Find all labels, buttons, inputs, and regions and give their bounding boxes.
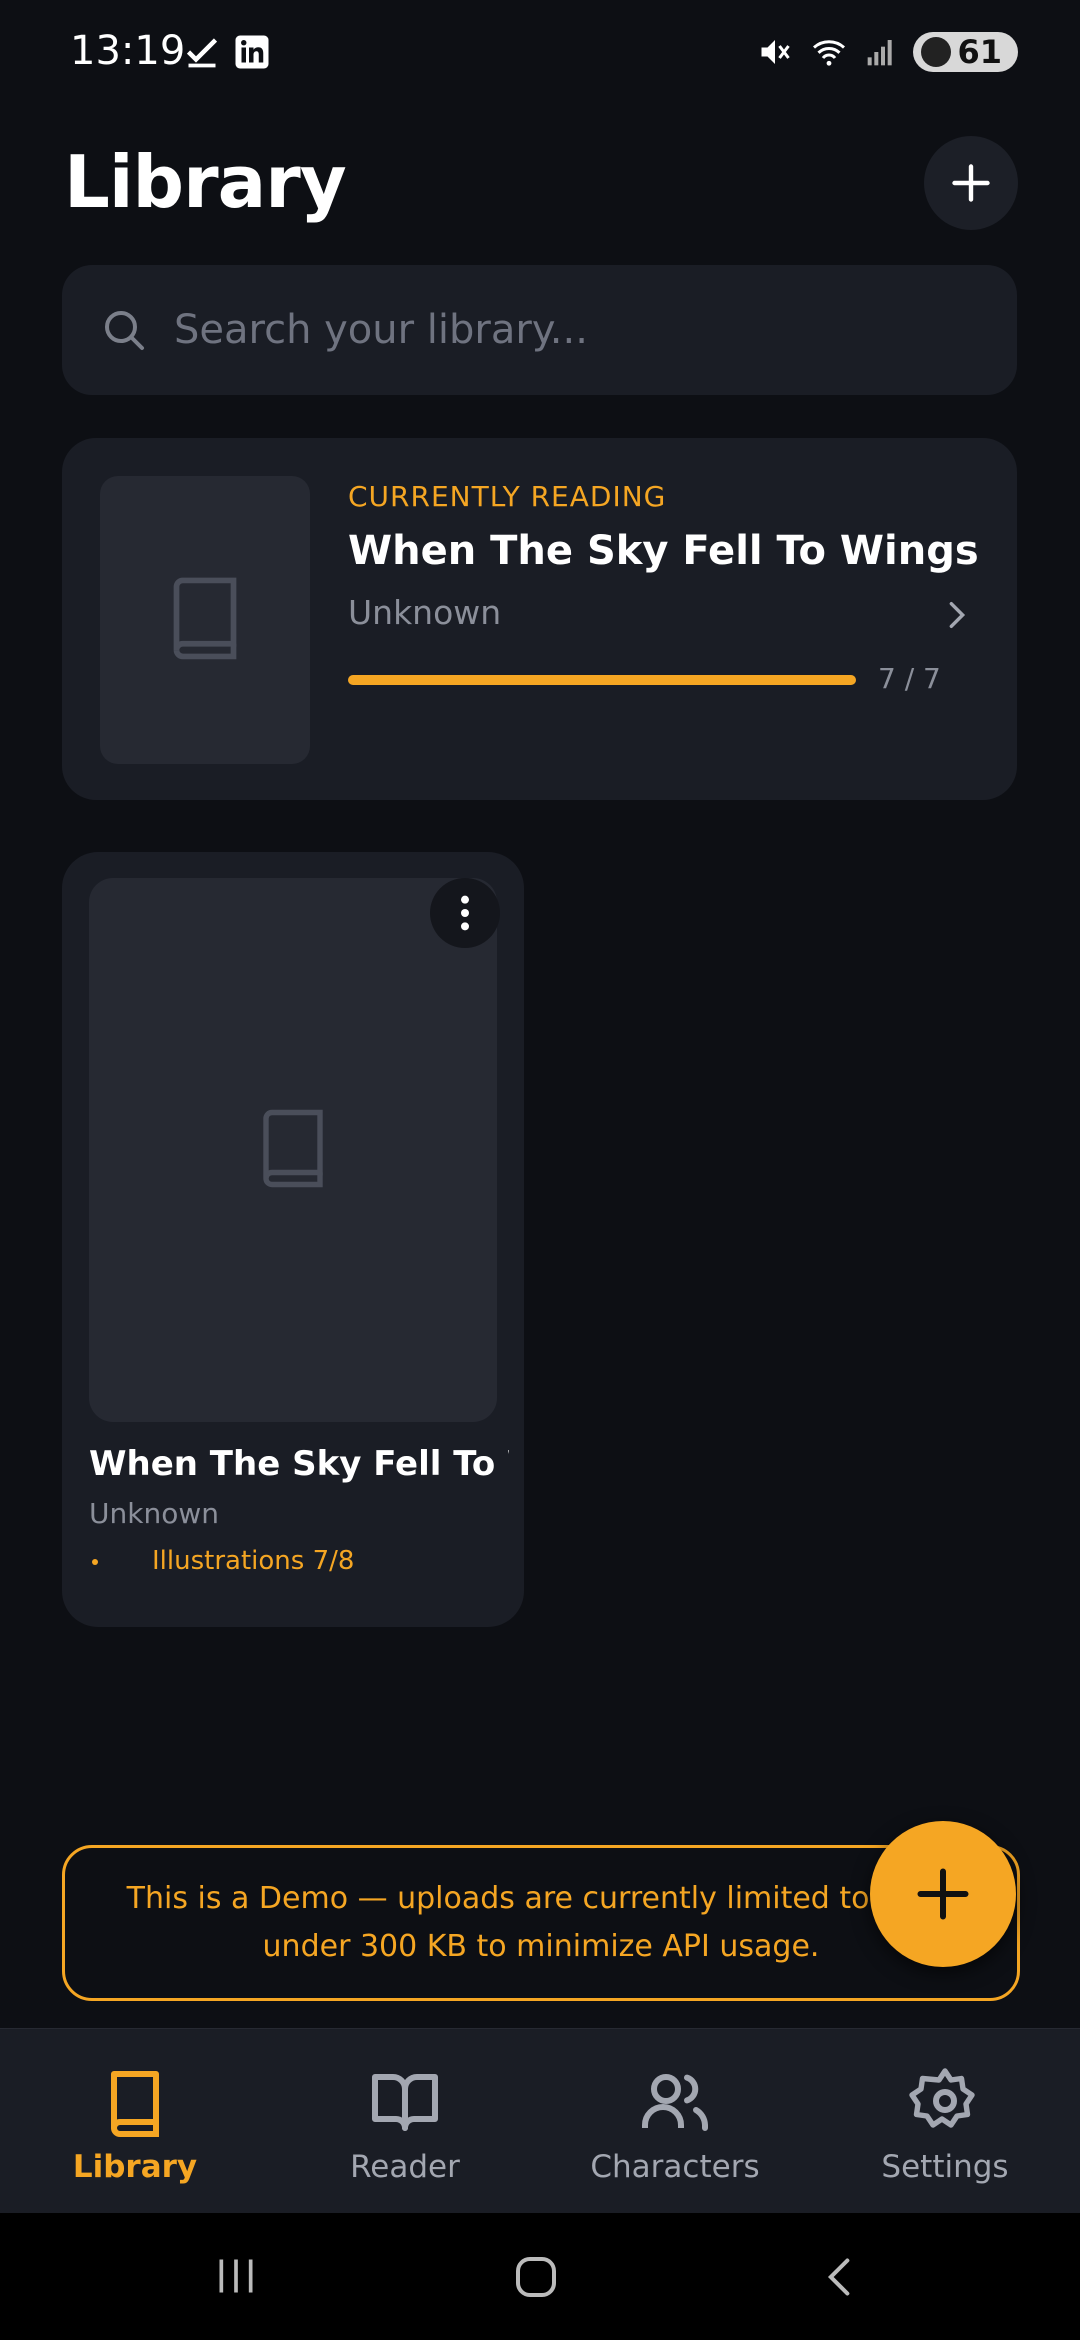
book-author: Unknown [89,1497,219,1530]
nav-library-label: Library [72,2149,198,2185]
nav-settings[interactable]: Settings [810,2029,1080,2214]
mute-icon [761,40,791,64]
add-fab-button[interactable] [870,1821,1016,1967]
more-vertical-icon [461,895,469,931]
search-icon [105,311,144,350]
add-book-button[interactable] [924,136,1018,230]
open-book-icon [372,2074,438,2131]
reading-progress-bar [348,675,856,685]
nav-characters[interactable]: Characters [540,2029,810,2214]
plus-icon [952,164,990,202]
currently-reading-card[interactable]: CURRENTLY READING When The Sky Fell To W… [62,438,1017,800]
nav-library[interactable]: Library [0,2029,270,2214]
battery-indicator: 61 [913,32,1018,72]
bottom-navigation: Library Reader Characters Settings [0,2028,1080,2214]
back-icon[interactable] [818,2253,862,2301]
current-book-title: When The Sky Fell To Wings [348,528,979,574]
book-icon [263,1109,323,1188]
status-notification-icons [184,34,270,70]
reading-progress-fill [348,675,856,685]
demo-banner-text: This is a Demo — uploads are currently l… [126,1881,956,1964]
signal-icon [868,40,893,66]
status-system-icons: 61 [757,32,1018,72]
library-book-icon [111,2071,159,2137]
book-title: When The Sky Fell To Wi... [89,1444,509,1484]
reading-progress-text: 7 / 7 [878,662,941,695]
status-bar: 13:19 61 [0,0,1080,100]
page-title: Library [64,140,347,224]
wifi-icon [813,40,846,66]
chevron-right-icon[interactable] [940,598,974,632]
checkmark-icon [186,38,218,68]
current-book-cover [100,476,310,764]
book-card[interactable]: When The Sky Fell To Wi... Unknown Illus… [62,852,524,1627]
recent-apps-icon[interactable] [214,2253,258,2299]
more-options-button[interactable] [430,878,500,948]
current-book-author: Unknown [348,593,502,632]
linkedin-icon [235,35,269,69]
users-icon [642,2074,708,2131]
home-icon[interactable] [512,2253,560,2301]
gear-icon [909,2068,975,2128]
battery-level: 61 [957,33,1002,71]
book-cover [89,878,497,1422]
nav-reader-label: Reader [350,2149,460,2185]
battery-saver-icon [921,37,952,67]
nav-characters-label: Characters [590,2149,760,2185]
status-time: 13:19 [70,28,186,74]
currently-reading-label: CURRENTLY READING [348,480,667,513]
system-navigation-bar [0,2213,1080,2340]
plus-icon [917,1868,969,1920]
search-input[interactable] [172,306,996,354]
book-icon [173,577,237,660]
nav-settings-label: Settings [881,2149,1009,2185]
search-bar[interactable] [62,265,1017,395]
status-dot [92,1559,98,1565]
nav-reader[interactable]: Reader [270,2029,540,2214]
illustrations-count: Illustrations 7/8 [152,1546,355,1576]
